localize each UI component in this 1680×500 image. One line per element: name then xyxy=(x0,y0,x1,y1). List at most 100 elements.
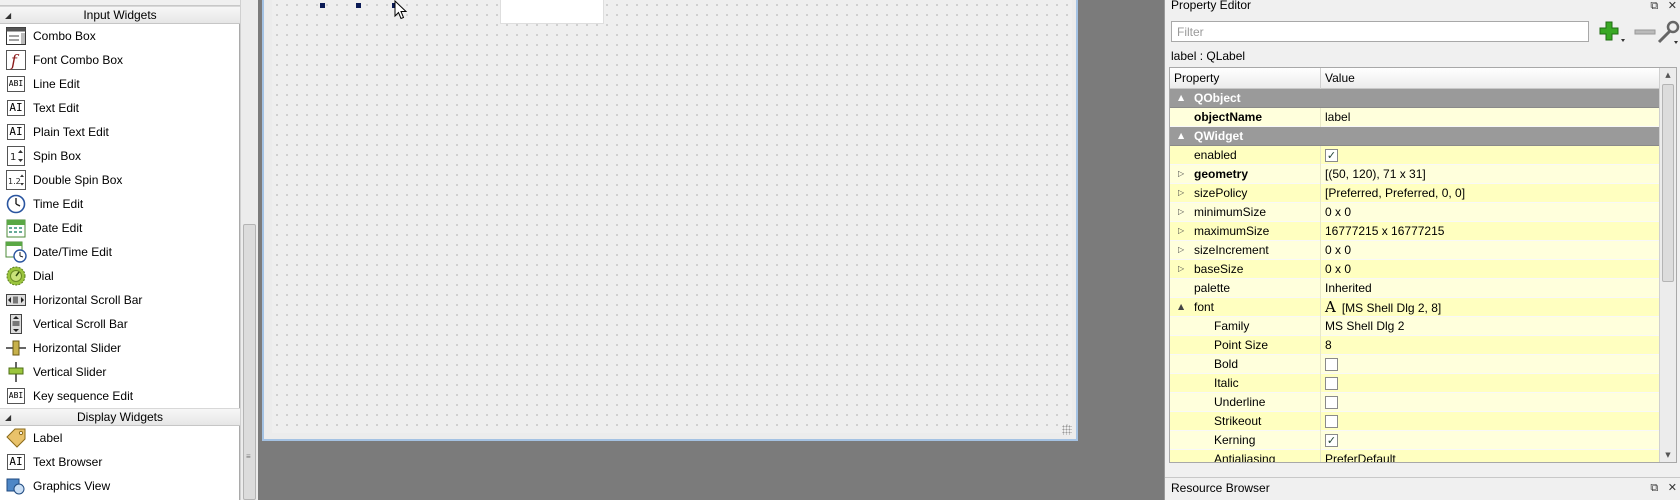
property-value[interactable]: [Preferred, Preferred, 0, 0] xyxy=(1320,184,1465,203)
widget-item-plain-text-edit[interactable]: AI Plain Text Edit xyxy=(0,120,240,144)
property-row-antialiasing[interactable]: Antialiasing PreferDefault xyxy=(1170,450,1660,462)
property-row-strikeout[interactable]: Strikeout xyxy=(1170,412,1660,431)
property-table-scrollbar[interactable]: ▲ ▼ xyxy=(1659,68,1676,462)
widget-item-date-edit[interactable]: Date Edit xyxy=(0,216,240,240)
widget-item-time-edit[interactable]: Time Edit xyxy=(0,192,240,216)
property-value[interactable]: 16777215 x 16777215 xyxy=(1320,222,1444,241)
checkbox-unchecked[interactable] xyxy=(1325,358,1338,371)
widget-item-horizontal-slider[interactable]: Horizontal Slider xyxy=(0,336,240,360)
widget-item-graphics-view[interactable]: Graphics View xyxy=(0,474,240,498)
resize-grip-icon[interactable] xyxy=(1062,425,1072,435)
property-value[interactable]: 8 xyxy=(1320,336,1332,355)
widget-item-double-spin-box[interactable]: 1.2 Double Spin Box xyxy=(0,168,240,192)
property-row-kerning[interactable]: Kerning ✓ xyxy=(1170,431,1660,450)
property-value[interactable] xyxy=(1320,355,1338,374)
collapse-triangle-icon[interactable]: ◢ xyxy=(5,7,11,24)
property-row-geometry[interactable]: ▷ geometry [(50, 120), 71 x 31] xyxy=(1170,165,1660,184)
property-row-italic[interactable]: Italic xyxy=(1170,374,1660,393)
configure-button[interactable] xyxy=(1655,20,1680,46)
form-widget-box[interactable] xyxy=(500,0,604,24)
property-row-family[interactable]: Family MS Shell Dlg 2 xyxy=(1170,317,1660,336)
column-header-value[interactable]: Value xyxy=(1320,68,1660,89)
checkbox-unchecked[interactable] xyxy=(1325,415,1338,428)
expand-arrow-icon[interactable]: ▷ xyxy=(1178,165,1188,183)
widget-item-dial[interactable]: Dial xyxy=(0,264,240,288)
collapse-triangle-icon[interactable]: ◢ xyxy=(5,409,11,426)
property-section-qwidget[interactable]: ▲ QWidget xyxy=(1170,127,1660,146)
property-scroll-thumb[interactable] xyxy=(1662,84,1674,282)
property-value[interactable]: 0 x 0 xyxy=(1320,260,1351,279)
property-row-maximumsize[interactable]: ▷ maximumSize 16777215 x 16777215 xyxy=(1170,222,1660,241)
widget-item-label[interactable]: Label xyxy=(0,426,240,450)
property-value[interactable]: PreferDefault xyxy=(1320,450,1396,462)
column-header-property[interactable]: Property xyxy=(1170,68,1320,89)
float-icon[interactable]: ⧉ xyxy=(1650,481,1658,494)
property-value[interactable]: Inherited xyxy=(1320,279,1372,298)
expand-arrow-icon[interactable]: ▷ xyxy=(1178,241,1188,259)
property-value[interactable] xyxy=(1320,374,1338,393)
category-display-widgets[interactable]: ◢ Display Widgets xyxy=(0,408,240,426)
close-icon[interactable]: ✕ xyxy=(1668,0,1677,12)
add-dynamic-property-button[interactable] xyxy=(1597,19,1627,45)
collapse-arrow-icon[interactable]: ▲ xyxy=(1178,127,1188,145)
property-value[interactable] xyxy=(1320,412,1338,431)
expand-arrow-icon[interactable]: ▷ xyxy=(1178,222,1188,240)
scroll-up-arrow-icon[interactable]: ▲ xyxy=(1660,68,1676,82)
expand-arrow-icon[interactable]: ▷ xyxy=(1178,260,1188,278)
property-value[interactable]: [(50, 120), 71 x 31] xyxy=(1320,165,1426,184)
widget-item-line-edit[interactable]: ABI Line Edit xyxy=(0,72,240,96)
property-value[interactable]: 0 x 0 xyxy=(1320,203,1351,222)
expand-arrow-icon[interactable]: ▷ xyxy=(1178,184,1188,202)
widget-item-font-combo-box[interactable]: f Font Combo Box xyxy=(0,48,240,72)
form-canvas[interactable] xyxy=(272,0,1072,433)
widget-item-date-time-edit[interactable]: Date/Time Edit xyxy=(0,240,240,264)
property-value[interactable]: label xyxy=(1320,108,1350,127)
collapse-arrow-icon[interactable]: ▲ xyxy=(1178,89,1188,107)
property-row-underline[interactable]: Underline xyxy=(1170,393,1660,412)
expand-arrow-icon[interactable]: ▷ xyxy=(1178,203,1188,221)
close-icon[interactable]: ✕ xyxy=(1668,481,1677,494)
property-section-qobject[interactable]: ▲ QObject xyxy=(1170,89,1660,108)
checkbox-checked[interactable]: ✓ xyxy=(1325,434,1338,447)
scroll-down-arrow-icon[interactable]: ▼ xyxy=(1660,448,1676,462)
property-row-minimumsize[interactable]: ▷ minimumSize 0 x 0 xyxy=(1170,203,1660,222)
checkbox-unchecked[interactable] xyxy=(1325,396,1338,409)
selection-handle[interactable] xyxy=(356,3,361,8)
property-editor-title-bar[interactable]: Property Editor ⧉ ✕ xyxy=(1165,0,1680,12)
property-row-bold[interactable]: Bold xyxy=(1170,355,1660,374)
widget-box-scroll-thumb[interactable]: ≡ xyxy=(243,224,256,500)
form-window[interactable] xyxy=(262,0,1078,441)
property-value[interactable]: ✓ xyxy=(1320,146,1338,165)
filter-input[interactable] xyxy=(1171,21,1589,42)
property-row-font[interactable]: ▲ font A [MS Shell Dlg 2, 8] xyxy=(1170,298,1660,317)
widget-item-text-browser[interactable]: AI Text Browser xyxy=(0,450,240,474)
property-row-basesize[interactable]: ▷ baseSize 0 x 0 xyxy=(1170,260,1660,279)
property-row-point-size[interactable]: Point Size 8 xyxy=(1170,336,1660,355)
property-table[interactable]: Property Value ▲ QObject objectName label ▲ Q… xyxy=(1169,67,1677,463)
property-value[interactable]: MS Shell Dlg 2 xyxy=(1320,317,1404,336)
widget-item-combo-box[interactable]: Combo Box xyxy=(0,24,240,48)
property-row-objectname[interactable]: objectName label xyxy=(1170,108,1660,127)
float-icon[interactable]: ⧉ xyxy=(1650,0,1658,12)
widget-item-vertical-slider[interactable]: Vertical Slider xyxy=(0,360,240,384)
widget-item-vertical-scroll-bar[interactable]: Vertical Scroll Bar xyxy=(0,312,240,336)
property-row-sizeincrement[interactable]: ▷ sizeIncrement 0 x 0 xyxy=(1170,241,1660,260)
selection-handle[interactable] xyxy=(320,3,325,8)
widget-item-horizontal-scroll-bar[interactable]: Horizontal Scroll Bar xyxy=(0,288,240,312)
widget-item-spin-box[interactable]: 1 Spin Box xyxy=(0,144,240,168)
property-value[interactable]: ✓ xyxy=(1320,431,1338,450)
category-input-widgets[interactable]: ◢ Input Widgets xyxy=(0,6,240,24)
property-value[interactable]: 0 x 0 xyxy=(1320,241,1351,260)
property-row-palette[interactable]: palette Inherited xyxy=(1170,279,1660,298)
widget-box-scrollbar[interactable]: ≡ xyxy=(240,0,258,500)
widget-item-text-edit[interactable]: AI Text Edit xyxy=(0,96,240,120)
widget-item-key-sequence-edit[interactable]: ABI Key sequence Edit xyxy=(0,384,240,408)
property-row-enabled[interactable]: enabled ✓ xyxy=(1170,146,1660,165)
checkbox-checked[interactable]: ✓ xyxy=(1325,149,1338,162)
property-row-sizepolicy[interactable]: ▷ sizePolicy [Preferred, Preferred, 0, 0] xyxy=(1170,184,1660,203)
property-value[interactable] xyxy=(1320,393,1338,412)
property-value[interactable]: A [MS Shell Dlg 2, 8] xyxy=(1320,298,1441,317)
collapse-arrow-icon[interactable]: ▲ xyxy=(1178,298,1188,316)
checkbox-unchecked[interactable] xyxy=(1325,377,1338,390)
resource-browser-title-bar[interactable]: Resource Browser ⧉ ✕ xyxy=(1165,477,1680,497)
